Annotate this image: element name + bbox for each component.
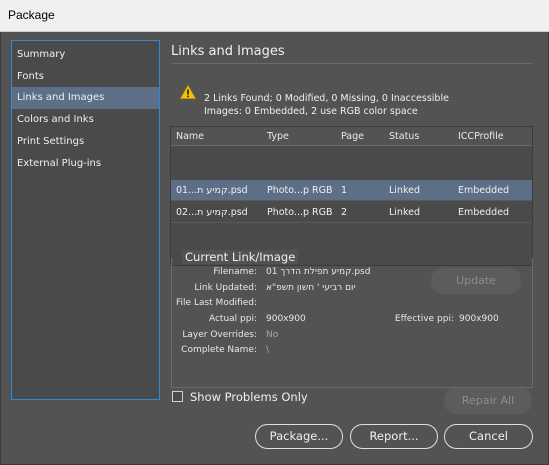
column-header-name[interactable]: Name [176, 131, 204, 142]
show-problems-checkbox[interactable] [172, 391, 183, 402]
section-title: Links and Images [171, 44, 285, 59]
repair-all-button[interactable]: Repair All [444, 388, 532, 414]
filename-label: Filename: [213, 267, 257, 277]
row-page: 1 [341, 185, 348, 196]
window-title: Package [8, 8, 55, 22]
column-header-type[interactable]: Type [267, 131, 289, 142]
layer-overrides-value: No [266, 330, 279, 340]
row-icc: Embedded [458, 185, 510, 196]
link-updated-label: Link Updated: [194, 283, 257, 293]
column-header-iccprofile[interactable]: ICCProfile [458, 131, 504, 142]
effective-ppi-label: Effective ppi: [394, 314, 454, 324]
row-type: Photo...p RGB [267, 207, 333, 218]
show-problems-label[interactable]: Show Problems Only [190, 390, 308, 404]
sidebar-item-links-and-images[interactable]: Links and Images [12, 87, 159, 109]
link-updated-value: יום רביעי ' חשון תשפ"א [266, 283, 356, 293]
column-header-status[interactable]: Status [389, 131, 419, 142]
file-last-modified-label: File Last Modified: [176, 298, 257, 308]
sidebar-item-print-settings[interactable]: Print Settings [12, 131, 159, 153]
title-bar: Package [0, 0, 549, 32]
warning-icon [180, 85, 196, 99]
actual-ppi-label: Actual ppi: [208, 314, 257, 324]
table-header: Name Type Page Status ICCProfile [171, 127, 532, 146]
complete-name-label: Complete Name: [181, 345, 257, 355]
row-icc: Embedded [458, 207, 510, 218]
row-type: Photo...p RGB [267, 185, 333, 196]
links-summary: 2 Links Found; 0 Modified, 0 Missing, 0 … [204, 93, 449, 104]
row-name: 02...קמיע ת.psd [176, 207, 248, 218]
complete-name-value: \ [266, 345, 270, 355]
actual-ppi-value: 900x900 [266, 314, 306, 324]
current-link-title: Current Link/Image [182, 250, 299, 264]
images-summary: Images: 0 Embedded, 2 use RGB color spac… [204, 106, 418, 117]
sidebar-item-fonts[interactable]: Fonts [12, 66, 159, 88]
section-divider [171, 63, 533, 64]
column-header-page[interactable]: Page [341, 131, 364, 142]
cancel-button[interactable]: Cancel [444, 424, 533, 449]
package-dialog: Summary Fonts Links and Images Colors an… [0, 32, 549, 465]
table-row[interactable]: 01...קמיע ת.psd Photo...p RGB 1 Linked E… [171, 180, 532, 201]
sidebar-item-colors-and-inks[interactable]: Colors and Inks [12, 109, 159, 131]
row-status: Linked [389, 185, 420, 196]
links-table: Name Type Page Status ICCProfile 01...קמ… [170, 126, 533, 266]
table-row[interactable]: 02...קמיע ת.psd Photo...p RGB 2 Linked E… [171, 202, 532, 223]
row-status: Linked [389, 207, 420, 218]
layer-overrides-label: Layer Overrides: [182, 330, 257, 340]
report-button[interactable]: Report... [350, 424, 438, 449]
update-button[interactable]: Update [431, 268, 521, 294]
sidebar: Summary Fonts Links and Images Colors an… [11, 40, 160, 400]
row-name: 01...קמיע ת.psd [176, 185, 248, 196]
sidebar-item-external-plug-ins[interactable]: External Plug-ins [12, 153, 159, 175]
filename-value: קמיע תפילת הדרך 01.psd [266, 267, 371, 277]
sidebar-item-summary[interactable]: Summary [12, 44, 159, 66]
effective-ppi-value: 900x900 [459, 314, 499, 324]
row-page: 2 [341, 207, 348, 218]
package-button[interactable]: Package... [255, 424, 343, 449]
